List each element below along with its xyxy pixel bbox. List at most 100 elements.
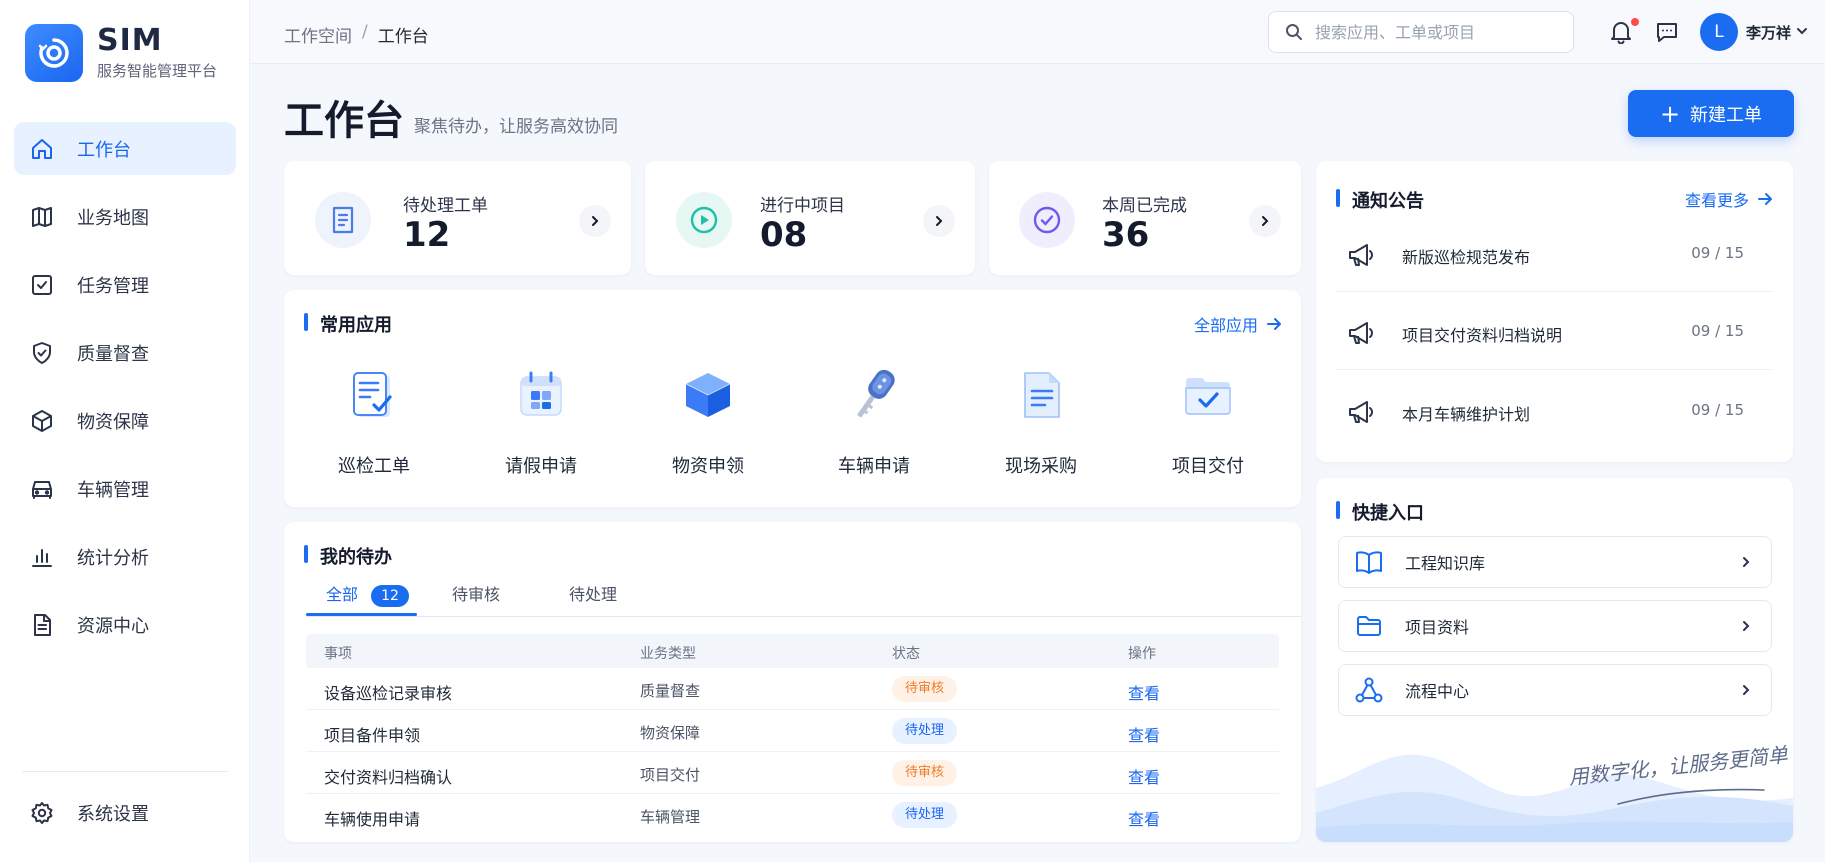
play-icon (676, 192, 732, 248)
view-link[interactable]: 查看 (1128, 764, 1160, 788)
chevron-right-icon[interactable] (923, 205, 955, 237)
active-tab-indicator (306, 613, 417, 616)
table-row: 车辆使用申请 车辆管理 待处理 查看 (306, 794, 1279, 836)
checklist-icon (339, 360, 409, 430)
tab-all[interactable]: 全部 12 (326, 581, 409, 607)
item-cell: 交付资料归档确认 (324, 768, 453, 787)
tab-pending-process[interactable]: 待处理 (569, 581, 617, 605)
arrow-right-icon (1758, 193, 1773, 205)
task-icon (29, 272, 55, 298)
quick-entry-process-center[interactable]: 流程中心 (1338, 664, 1772, 716)
new-ticket-button[interactable]: + 新建工单 (1628, 90, 1794, 137)
breadcrumb-item-current: 工作台 (377, 27, 429, 47)
quick-entry-label: 流程中心 (1405, 682, 1470, 701)
check-circle-icon (1019, 192, 1075, 248)
sidebar-item-label: 质量督查 (77, 343, 149, 365)
folder-icon (1355, 614, 1383, 638)
all-apps-link[interactable]: 全部应用 (1194, 312, 1282, 336)
message-icon[interactable] (1655, 20, 1679, 44)
avatar[interactable]: L (1700, 13, 1738, 51)
notices-card: 通知公告 查看更多 新版巡检规范发布 09 / 15 项目交付资料归档说明 09… (1316, 161, 1793, 462)
table-row: 交付资料归档确认 项目交付 待审核 查看 (306, 752, 1279, 794)
stat-label: 本周已完成 (1102, 196, 1187, 216)
quick-entry-knowledge-base[interactable]: 工程知识库 (1338, 536, 1772, 588)
view-link[interactable]: 查看 (1128, 806, 1160, 830)
sidebar-item-vehicle-management[interactable]: 车辆管理 (14, 462, 236, 515)
quick-entry-card: 快捷入口 工程知识库 项目资料 流程中心 用数字化，让服务更简单 (1316, 478, 1793, 842)
notice-title: 新版巡检规范发布 (1402, 248, 1531, 267)
status-badge: 待审核 (892, 760, 958, 786)
app-label: 请假申请 (505, 456, 577, 477)
folder-check-icon (1173, 360, 1243, 430)
app-label: 巡检工单 (338, 456, 410, 477)
sidebar-item-workbench[interactable]: 工作台 (14, 122, 236, 175)
stat-card-completed-this-week[interactable]: 本周已完成 36 (989, 161, 1301, 275)
app-material-request[interactable]: 物资申领 (638, 360, 778, 478)
item-cell: 车辆使用申请 (324, 810, 421, 829)
home-icon (29, 136, 55, 162)
stat-card-pending-tickets[interactable]: 待处理工单 12 (284, 161, 631, 275)
brand-subtitle: 服务智能管理平台 (97, 62, 218, 80)
sidebar-item-quality-inspection[interactable]: 质量督查 (14, 326, 236, 379)
column-header: 事项 (324, 646, 352, 662)
car-key-icon (839, 360, 909, 430)
quick-entry-label: 项目资料 (1405, 618, 1470, 637)
sidebar-item-task-management[interactable]: 任务管理 (14, 258, 236, 311)
view-more-link[interactable]: 查看更多 (1685, 187, 1773, 211)
map-icon (29, 204, 55, 230)
sidebar-item-label: 资源中心 (77, 615, 149, 637)
stat-value: 12 (403, 215, 451, 255)
sidebar-item-label: 业务地图 (77, 207, 149, 229)
view-more-link-label: 查看更多 (1685, 191, 1750, 210)
breadcrumb-separator: / (362, 22, 368, 42)
sidebar-item-statistics[interactable]: 统计分析 (14, 530, 236, 583)
view-link[interactable]: 查看 (1128, 722, 1160, 746)
app-leave-request[interactable]: 请假申请 (471, 360, 611, 478)
item-cell: 设备巡检记录审核 (324, 684, 453, 703)
section-title: 快捷入口 (1336, 499, 1424, 525)
section-title: 我的待办 (304, 543, 392, 569)
tab-pending-review[interactable]: 待审核 (452, 581, 500, 605)
megaphone-icon (1342, 393, 1380, 431)
notice-item[interactable]: 本月车辆维护计划 09 / 15 (1336, 371, 1772, 449)
gear-icon (29, 800, 55, 826)
breadcrumb-item-workspace[interactable]: 工作空间 (284, 22, 352, 47)
quick-entry-project-files[interactable]: 项目资料 (1338, 600, 1772, 652)
all-apps-link-label: 全部应用 (1194, 316, 1259, 335)
document-icon (1006, 360, 1076, 430)
stat-value: 36 (1102, 215, 1150, 255)
item-cell: 项目备件申领 (324, 726, 421, 745)
app-inspection-ticket[interactable]: 巡检工单 (304, 360, 444, 478)
brand[interactable]: SIM 服务智能管理平台 (25, 24, 217, 82)
sidebar-item-settings[interactable]: 系统设置 (14, 786, 236, 839)
sidebar-item-resource-center[interactable]: 资源中心 (14, 598, 236, 651)
status-badge: 待审核 (892, 676, 958, 702)
column-header: 状态 (892, 646, 920, 662)
search-input[interactable] (1315, 22, 1555, 42)
notice-item[interactable]: 项目交付资料归档说明 09 / 15 (1336, 292, 1772, 370)
app-project-delivery[interactable]: 项目交付 (1138, 360, 1278, 478)
app-onsite-purchase[interactable]: 现场采购 (971, 360, 1111, 478)
my-todo-card: 我的待办 全部 12 待审核 待处理 事项 业务类型 状态 操作 设备巡检记录审… (284, 522, 1301, 842)
bell-icon[interactable] (1610, 20, 1632, 44)
sidebar-item-label: 统计分析 (77, 547, 149, 569)
notice-item[interactable]: 新版巡检规范发布 09 / 15 (1336, 214, 1772, 292)
stat-card-active-projects[interactable]: 进行中项目 08 (645, 161, 975, 275)
notice-title: 本月车辆维护计划 (1402, 405, 1531, 424)
page-title: 工作台 (284, 98, 404, 144)
search-box[interactable] (1268, 11, 1574, 53)
sidebar-item-business-map[interactable]: 业务地图 (14, 190, 236, 243)
column-header: 业务类型 (640, 646, 696, 662)
sidebar-item-material-support[interactable]: 物资保障 (14, 394, 236, 447)
chevron-right-icon[interactable] (579, 205, 611, 237)
view-link[interactable]: 查看 (1128, 680, 1160, 704)
sidebar-item-label: 任务管理 (77, 275, 149, 297)
chevron-right-icon[interactable] (1249, 205, 1281, 237)
page-subtitle: 聚焦待办，让服务高效协同 (414, 117, 618, 137)
brand-name: SIM (97, 23, 163, 58)
user-name[interactable]: 李万祥 (1746, 22, 1791, 43)
column-header: 操作 (1128, 646, 1156, 662)
app-vehicle-request[interactable]: 车辆申请 (804, 360, 944, 478)
chevron-down-icon[interactable] (1795, 24, 1809, 38)
slogan-underline (1617, 788, 1765, 805)
